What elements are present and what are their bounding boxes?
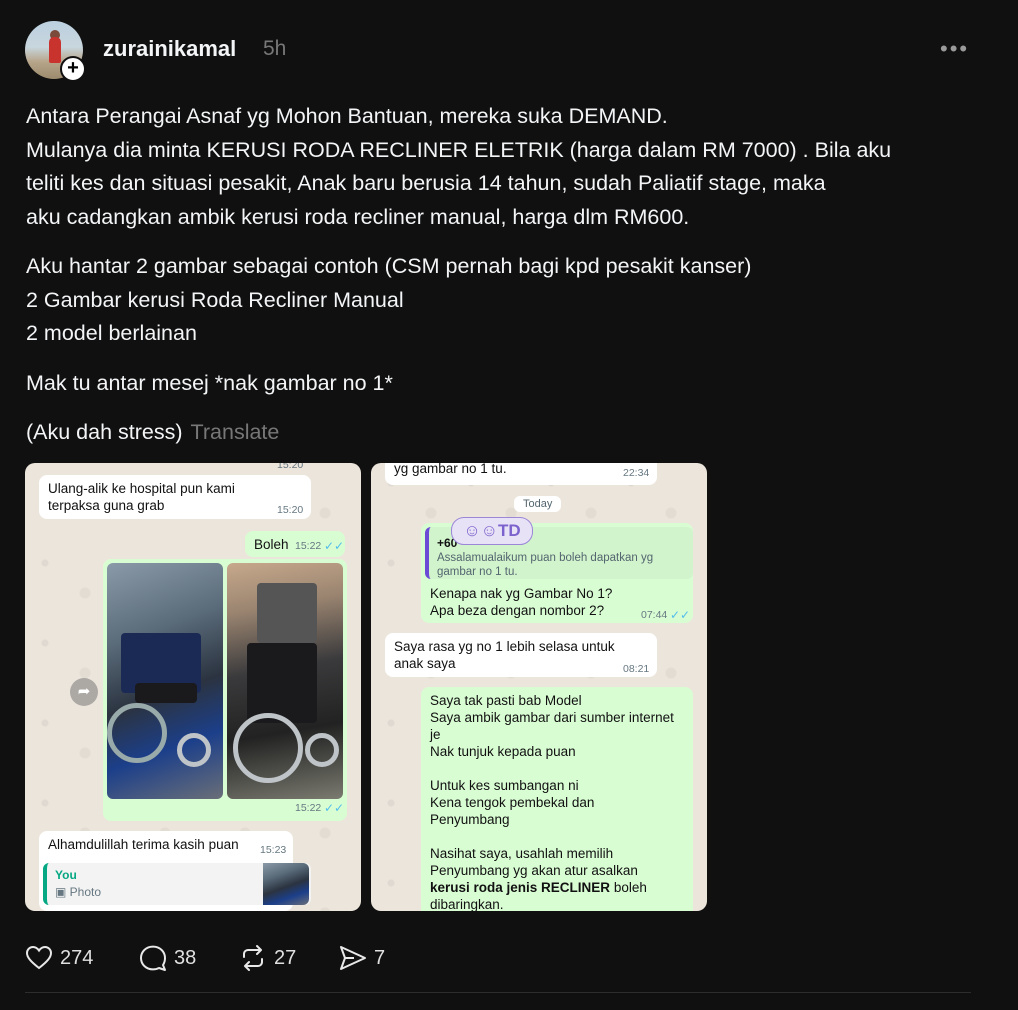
chat-screenshot-1[interactable]: 15:20 Ulang-alik ke hospital pun kami te… [25,463,361,911]
post-text-line: 2 model berlainan [26,321,197,345]
repost-icon [243,945,263,971]
timestamp: 15:22 [295,540,322,552]
timestamp: 07:44 [641,609,668,621]
date-chip: Today [514,496,562,512]
chat-bubble-incoming: yg gambar no 1 tu. [385,463,657,485]
message-line: Untuk kes sumbangan ni [430,778,579,793]
read-receipt-icon: ✓✓ [324,539,345,553]
share-count: 7 [374,946,386,969]
quote-text: Assalamualaikum puan boleh dapatkan yg g… [437,552,654,578]
message-line: dibaringkan. [430,897,504,911]
message-line: Saya ambik gambar dari sumber internet j… [430,710,674,742]
reply-author: You [55,868,77,882]
comment-button[interactable]: 38 [138,943,196,973]
post-text-line: Antara Perangai Asnaf yg Mohon Bantuan, … [26,104,668,128]
post-text-line: teliti kes dan situasi pesakit, Anak bar… [26,171,826,195]
timestamp: 22:34 [623,467,650,479]
message-line: Kena tengok pembekal dan [430,795,595,810]
photo-album-bubble[interactable] [103,559,347,821]
timestamp: 15:22 [295,802,322,814]
chat-bubble-incoming: Alhamdulillah terima kasih puan You ▣ Ph… [39,831,311,911]
post-text-line: 2 Gambar kerusi Roda Recliner Manual [26,287,404,312]
username[interactable]: zurainikamal [103,36,236,62]
read-receipt-icon: ✓✓ [670,608,691,622]
photo-icon: ▣ [55,885,70,899]
divider [25,992,971,993]
like-button[interactable]: 274 [24,943,93,973]
message-text: Alhamdulillah terima kasih puan [48,837,239,852]
share-button[interactable]: 7 [338,943,385,973]
wheelchair-photo-1[interactable] [107,563,223,799]
timestamp: 15:20 [277,504,304,516]
avatar[interactable]: + [25,21,86,82]
comment-count: 38 [174,946,197,969]
reply-quote[interactable]: You ▣ Photo [43,863,311,905]
message-line: Nak tunjuk kepada puan [430,744,576,759]
post-time: 5h [263,37,287,60]
message-text: Saya rasa yg no 1 lebih selasa untuk ana… [394,639,615,671]
send-icon [340,946,366,970]
message-text: yg gambar no 1 tu. [394,463,507,476]
chat-bubble-outgoing: Saya tak pasti bab Model Saya ambik gamb… [421,687,693,911]
message-text: Ulang-alik ke hospital pun kami terpaksa… [48,481,235,513]
forward-icon[interactable]: ➦ [70,678,98,706]
more-options-icon[interactable]: ••• [940,36,969,62]
message-line: Saya tak pasti bab Model [430,693,582,708]
message-line: kerusi roda jenis RECLINER boleh [430,879,684,896]
timestamp: 15:23 [260,844,287,856]
reply-type: ▣ Photo [55,884,101,901]
plus-icon[interactable]: + [60,56,86,82]
bold-text: kerusi roda jenis RECLINER [430,880,611,895]
message-line: Kenapa nak yg Gambar No 1? [430,586,613,601]
message-line: Penyumbang [430,812,510,827]
read-receipt-icon: ✓✓ [324,801,345,815]
post-text-line: Mak tu antar mesej *nak gambar no 1* [26,370,393,395]
timestamp: 08:21 [623,663,650,675]
chat-bubble-incoming: Saya rasa yg no 1 lebih selasa untuk ana… [385,633,657,677]
wheelchair-photo-2[interactable] [227,563,343,799]
comment-icon [140,945,166,971]
reply-thumbnail [263,863,309,905]
post-text-line: (Aku dah stress) [26,420,183,444]
translate-link[interactable]: Translate [191,420,280,444]
chat-screenshot-2[interactable]: yg gambar no 1 tu. 22:34 Today +60 Assal… [371,463,707,911]
timestamp: 15:20 [277,463,304,471]
message-line: Nasihat saya, usahlah memilih [430,846,614,861]
post-actions: 274 38 27 7 [24,943,424,973]
post-body: Antara Perangai Asnaf yg Mohon Bantuan, … [26,100,986,466]
message-line: Apa beza dengan nombor 2? [430,603,605,618]
post-text-line: aku cadangkan ambik kerusi roda recliner… [26,204,690,229]
reply-type-label: Photo [69,885,102,899]
sticker-badge: ☺☺TD [451,517,533,545]
message-line: Penyumbang yg akan atur asalkan [430,863,638,878]
heart-icon [25,945,53,970]
post-text-line: Aku hantar 2 gambar sebagai contoh (CSM … [26,254,752,278]
chat-bubble-incoming: Ulang-alik ke hospital pun kami terpaksa… [39,475,311,519]
message-line-rest: boleh [610,880,647,895]
like-count: 274 [60,946,94,969]
repost-button[interactable]: 27 [238,943,296,973]
repost-count: 27 [274,946,297,969]
post-text-line: Mulanya dia minta KERUSI RODA RECLINER E… [26,137,892,162]
message-text: Kenapa nak yg Gambar No 1? Apa beza deng… [430,585,612,619]
message-text: Boleh [254,537,289,552]
